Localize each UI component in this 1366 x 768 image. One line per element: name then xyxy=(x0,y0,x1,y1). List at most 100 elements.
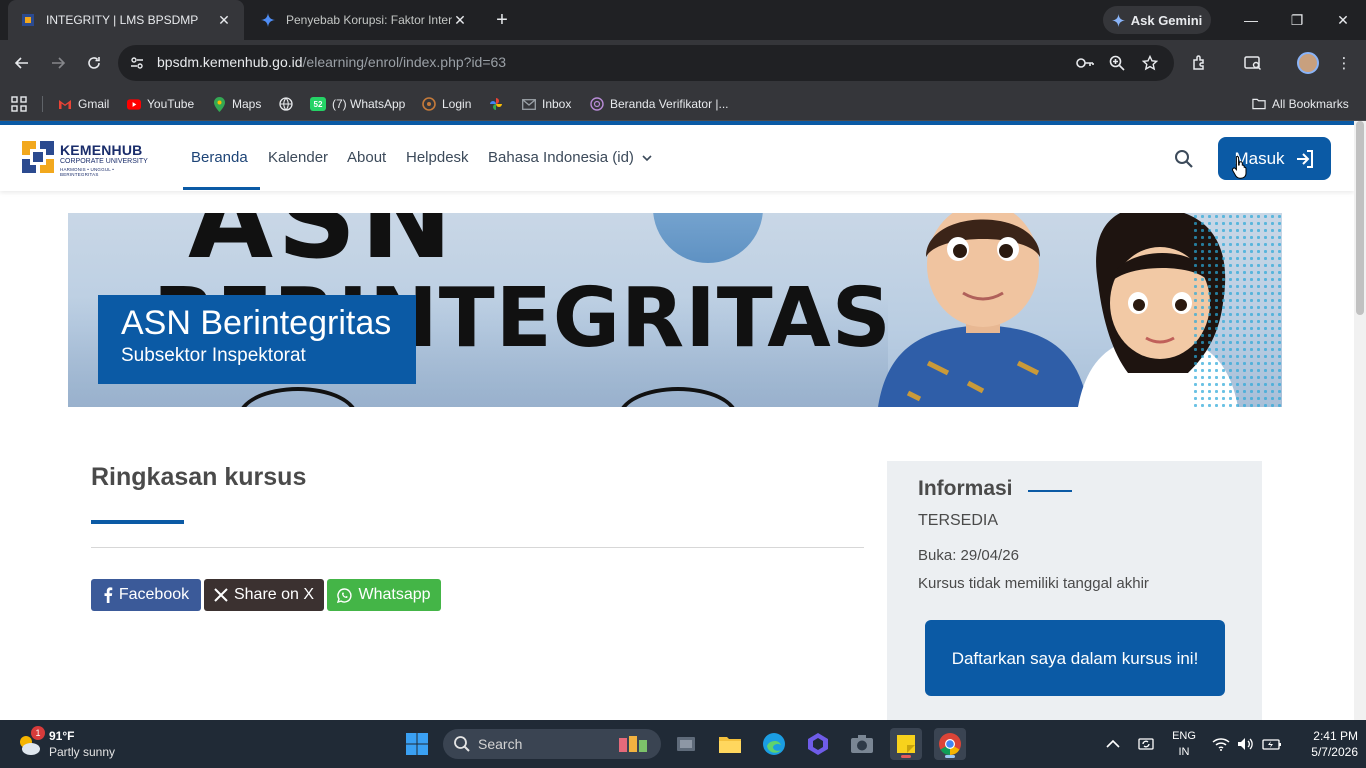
ask-gemini-button[interactable]: Ask Gemini xyxy=(1103,6,1211,34)
taskbar-search[interactable]: Search xyxy=(443,729,661,759)
profile-avatar[interactable] xyxy=(1297,52,1319,74)
whatsapp-icon: 52 xyxy=(310,97,326,111)
bookmark-label: Maps xyxy=(232,97,262,111)
chrome-button[interactable] xyxy=(934,728,966,760)
nav-active-underline xyxy=(183,187,260,190)
taskbar-clock[interactable]: 2:41 PM 5/7/2026 xyxy=(1290,728,1358,760)
info-heading-dash xyxy=(1028,490,1072,492)
info-heading: Informasi xyxy=(918,477,1013,500)
bookmark-globe[interactable] xyxy=(279,94,293,114)
forward-button[interactable] xyxy=(43,48,73,78)
clock-date: 5/7/2026 xyxy=(1311,745,1358,759)
show-hidden-icons[interactable] xyxy=(1106,720,1120,768)
youtube-icon xyxy=(127,97,141,111)
more-menu-icon[interactable]: ⋮ xyxy=(1333,52,1355,74)
bookmark-pinwheel[interactable] xyxy=(489,94,503,114)
sync-icon xyxy=(1138,738,1154,750)
bookmark-label: Gmail xyxy=(78,97,110,111)
bookmark-beranda-verifikator[interactable]: Beranda Verifikator |... xyxy=(590,94,729,114)
minimize-button[interactable]: — xyxy=(1228,0,1274,40)
windows-logo-icon xyxy=(406,733,428,755)
kemenhub-logo[interactable]: KEMENHUB CORPORATE UNIVERSITY HARMONIS •… xyxy=(22,141,148,177)
bookmark-gmail[interactable]: Gmail xyxy=(58,94,109,114)
sticky-notes-button[interactable] xyxy=(890,728,922,760)
address-bar[interactable]: bpsdm.kemenhub.go.id/elearning/enrol/ind… xyxy=(118,45,1174,81)
scrollbar-thumb[interactable] xyxy=(1356,121,1364,315)
language-indicator[interactable]: ENG IN xyxy=(1170,728,1198,760)
nav-beranda[interactable]: Beranda xyxy=(191,149,248,166)
file-explorer-button[interactable] xyxy=(714,728,746,760)
battery-tray[interactable] xyxy=(1262,720,1282,768)
browser-toolbar: bpsdm.kemenhub.go.id/elearning/enrol/ind… xyxy=(0,40,1366,86)
ask-gemini-label: Ask Gemini xyxy=(1130,12,1203,28)
wifi-tray[interactable] xyxy=(1212,720,1230,768)
tab-penyebab-korupsi[interactable]: Penyebab Korupsi: Faktor Intern ✕ xyxy=(248,0,480,40)
share-whatsapp-button[interactable]: Whatsapp xyxy=(327,579,441,611)
x-icon xyxy=(214,588,228,602)
share-x-button[interactable]: Share on X xyxy=(204,579,324,611)
maps-icon xyxy=(212,96,226,112)
extensions-icon[interactable] xyxy=(1189,52,1211,74)
nav-language-dropdown[interactable]: Bahasa Indonesia (id) xyxy=(488,149,652,166)
course-title: ASN Berintegritas xyxy=(121,304,392,342)
bookmark-inbox[interactable]: Inbox xyxy=(522,94,571,114)
course-info-panel: Informasi TERSEDIA Buka: 29/04/26 Kursus… xyxy=(887,461,1262,720)
maximize-button[interactable]: ❐ xyxy=(1274,0,1320,40)
task-view-button[interactable] xyxy=(670,728,702,760)
weather-widget[interactable]: 1 91°F Partly sunny xyxy=(16,726,126,760)
all-bookmarks-label: All Bookmarks xyxy=(1272,97,1349,111)
open-date: Buka: 29/04/26 xyxy=(918,547,1019,564)
clock-time: 2:41 PM xyxy=(1313,729,1358,743)
back-button[interactable] xyxy=(7,48,37,78)
weather-condition: Partly sunny xyxy=(49,745,116,759)
banner-shield xyxy=(653,213,763,263)
tab-integrity-lms[interactable]: INTEGRITY | LMS BPSDMP ✕ xyxy=(8,0,244,40)
bookmark-login[interactable]: Login xyxy=(422,94,471,114)
all-bookmarks[interactable]: All Bookmarks xyxy=(1252,94,1349,114)
copilot-button[interactable] xyxy=(802,728,834,760)
chrome-icon xyxy=(939,733,961,755)
reload-button[interactable] xyxy=(79,48,109,78)
pinwheel-icon xyxy=(489,97,503,111)
tab-strip: INTEGRITY | LMS BPSDMP ✕ Penyebab Korups… xyxy=(0,0,1366,40)
edge-icon xyxy=(763,733,785,755)
zoom-icon[interactable] xyxy=(1107,53,1127,73)
new-tab-button[interactable]: + xyxy=(490,8,514,32)
page-scrollbar[interactable] xyxy=(1354,121,1366,720)
close-tab-icon[interactable]: ✕ xyxy=(216,12,232,28)
share-facebook-button[interactable]: Facebook xyxy=(91,579,201,611)
bookmarks-separator xyxy=(42,96,43,112)
search-icon[interactable] xyxy=(1174,149,1196,171)
logo-subtitle: CORPORATE UNIVERSITY xyxy=(60,158,148,165)
start-button[interactable] xyxy=(401,728,433,760)
bookmark-star-icon[interactable] xyxy=(1140,53,1160,73)
camera-button[interactable] xyxy=(846,728,878,760)
password-key-icon[interactable] xyxy=(1075,53,1095,73)
availability-status: TERSEDIA xyxy=(918,512,999,529)
edge-button[interactable] xyxy=(758,728,790,760)
bookmark-maps[interactable]: Maps xyxy=(212,94,261,114)
nav-helpdesk[interactable]: Helpdesk xyxy=(406,149,469,166)
nav-about[interactable]: About xyxy=(347,149,386,166)
sync-tray[interactable] xyxy=(1137,720,1155,768)
tab-search-icon[interactable] xyxy=(1242,52,1264,74)
close-window-button[interactable]: ✕ xyxy=(1320,0,1366,40)
apps-grid-icon[interactable] xyxy=(11,94,27,114)
hand-cursor-icon xyxy=(1232,155,1247,179)
bookmark-label: Login xyxy=(442,97,472,111)
bookmark-whatsapp[interactable]: 52 (7) WhatsApp xyxy=(310,94,405,114)
gmail-icon xyxy=(58,97,72,111)
whatsapp-icon xyxy=(337,587,353,603)
nav-kalender[interactable]: Kalender xyxy=(268,149,328,166)
running-indicator xyxy=(945,755,955,758)
enrol-button[interactable]: Daftarkan saya dalam kursus ini! xyxy=(925,620,1225,696)
folder-icon xyxy=(1252,97,1266,111)
url-path: /elearning/enrol/index.php?id=63 xyxy=(302,54,507,70)
logo-name: KEMENHUB xyxy=(60,142,143,158)
volume-tray[interactable] xyxy=(1236,720,1254,768)
close-tab-icon[interactable]: ✕ xyxy=(452,12,468,28)
task-view-icon xyxy=(677,737,695,751)
chevron-up-icon xyxy=(1106,739,1120,748)
bookmark-youtube[interactable]: YouTube xyxy=(127,94,194,114)
site-info-icon[interactable] xyxy=(128,54,146,72)
